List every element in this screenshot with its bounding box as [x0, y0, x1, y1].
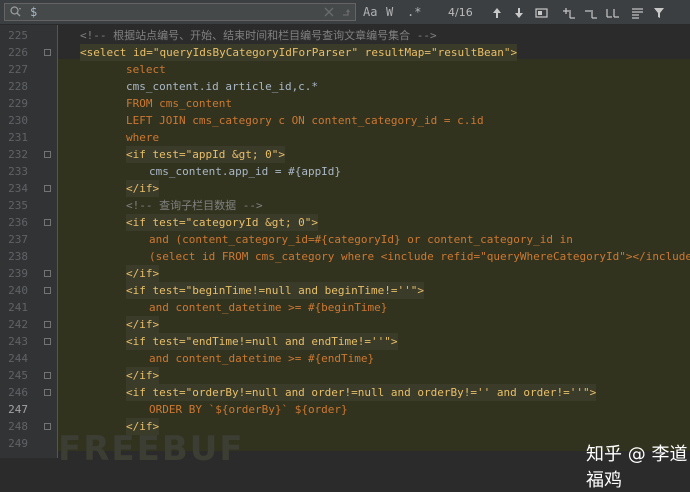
code-line[interactable]: <!-- 查询子栏目数据 -->	[126, 197, 263, 214]
line-number: 242	[8, 318, 28, 331]
line-number: 234	[8, 182, 28, 195]
line-number: 244	[8, 352, 28, 365]
code-line[interactable]: LEFT JOIN cms_category c ON content_cate…	[126, 112, 484, 129]
code-line-current[interactable]: ORDER BY `${orderBy}` ${order}	[149, 401, 348, 418]
watermark-freebuf: FREEBUF	[58, 429, 245, 469]
code-line[interactable]: </if>	[126, 316, 160, 333]
line-number: 228	[8, 80, 28, 93]
code-line[interactable]: </if>	[126, 367, 160, 384]
regex-toggle[interactable]: .*	[407, 0, 421, 25]
line-number: 227	[8, 63, 28, 76]
whole-word-toggle[interactable]: W	[386, 0, 393, 25]
code-line[interactable]: select	[126, 61, 166, 78]
line-number-gutter[interactable]: 225 226 227 228 229 230 231 232 233 234 …	[0, 25, 58, 458]
line-number: 245	[8, 369, 28, 382]
history-icon[interactable]	[341, 6, 353, 21]
line-number: 233	[8, 165, 28, 178]
code-line[interactable]: <if test="categoryId &gt; 0">	[126, 214, 319, 231]
code-line[interactable]: and content_datetime >= #{beginTime}	[149, 299, 387, 316]
line-number-current: 247	[8, 403, 28, 416]
search-query-text: $	[30, 5, 38, 19]
code-line[interactable]: cms_content.id article_id,c.*	[126, 78, 318, 95]
line-number: 241	[8, 301, 28, 314]
code-line[interactable]: cms_content.app_id = #{appId}	[149, 163, 341, 180]
multiline-icon[interactable]	[631, 0, 644, 25]
code-line[interactable]: <select id="queryIdsByCategoryIdForParse…	[80, 44, 518, 61]
fold-marker-icon[interactable]	[44, 372, 51, 379]
remove-selection-icon[interactable]	[584, 0, 598, 25]
line-number: 226	[8, 46, 28, 59]
select-all-icon[interactable]	[606, 0, 620, 25]
watermark-zhihu: 知乎 @ 李道福鸡	[586, 444, 688, 491]
fold-marker-icon[interactable]	[44, 423, 51, 430]
code-line[interactable]: (select id FROM cms_category where <incl…	[149, 248, 690, 265]
fold-marker-icon[interactable]	[44, 287, 51, 294]
code-line[interactable]: </if>	[126, 418, 160, 435]
select-all-occurrences-icon[interactable]	[535, 0, 548, 25]
code-line[interactable]: FROM cms_content	[126, 95, 232, 112]
line-number: 230	[8, 114, 28, 127]
search-icon[interactable]	[9, 5, 23, 22]
filter-icon[interactable]	[653, 0, 665, 25]
line-number: 246	[8, 386, 28, 399]
clear-icon[interactable]	[323, 6, 335, 21]
line-number: 229	[8, 97, 28, 110]
fold-marker-icon[interactable]	[44, 321, 51, 328]
line-number: 236	[8, 216, 28, 229]
add-selection-icon[interactable]	[562, 0, 576, 25]
fold-marker-icon[interactable]	[44, 151, 51, 158]
code-line[interactable]: <if test="endTime!=null and endTime!=''"…	[126, 333, 398, 350]
line-number: 225	[8, 29, 28, 42]
code-line[interactable]: </if>	[126, 180, 160, 197]
line-number: 235	[8, 199, 28, 212]
fold-marker-icon[interactable]	[44, 219, 51, 226]
code-line[interactable]: and (content_category_id=#{categoryId} o…	[149, 231, 573, 248]
arrow-down-icon[interactable]	[513, 0, 525, 25]
fold-marker-icon[interactable]	[44, 185, 51, 192]
line-number: 231	[8, 131, 28, 144]
fold-marker-icon[interactable]	[44, 270, 51, 277]
fold-marker-icon[interactable]	[44, 49, 51, 56]
line-number: 237	[8, 233, 28, 246]
match-count: 4/16	[448, 6, 473, 19]
find-bar: $ Aa W .* 4/16	[0, 0, 690, 25]
line-number: 232	[8, 148, 28, 161]
line-number: 238	[8, 250, 28, 263]
line-number: 239	[8, 267, 28, 280]
arrow-up-icon[interactable]	[491, 0, 503, 25]
fold-marker-icon[interactable]	[44, 389, 51, 396]
code-line[interactable]: </if>	[126, 265, 160, 282]
search-input[interactable]: $	[4, 3, 356, 21]
code-line[interactable]: and content_datetime >= #{endTime}	[149, 350, 374, 367]
code-line[interactable]: <if test="beginTime!=null and beginTime!…	[126, 282, 425, 299]
code-line[interactable]: <if test="appId &gt; 0">	[126, 146, 285, 163]
code-line[interactable]: <!-- 根据站点编号、开始、结束时间和栏目编号查询文章编号集合 -->	[80, 27, 437, 44]
code-editor[interactable]: FREEBUF <!-- 根据站点编号、开始、结束时间和栏目编号查询文章编号集合…	[58, 25, 690, 491]
line-number: 249	[8, 437, 28, 450]
line-number: 243	[8, 335, 28, 348]
line-number: 248	[8, 420, 28, 433]
line-number: 240	[8, 284, 28, 297]
match-case-toggle[interactable]: Aa	[363, 0, 377, 25]
fold-marker-icon[interactable]	[44, 338, 51, 345]
code-line[interactable]: where	[126, 129, 159, 146]
code-line[interactable]: <if test="orderBy!=null and order!=null …	[126, 384, 597, 401]
